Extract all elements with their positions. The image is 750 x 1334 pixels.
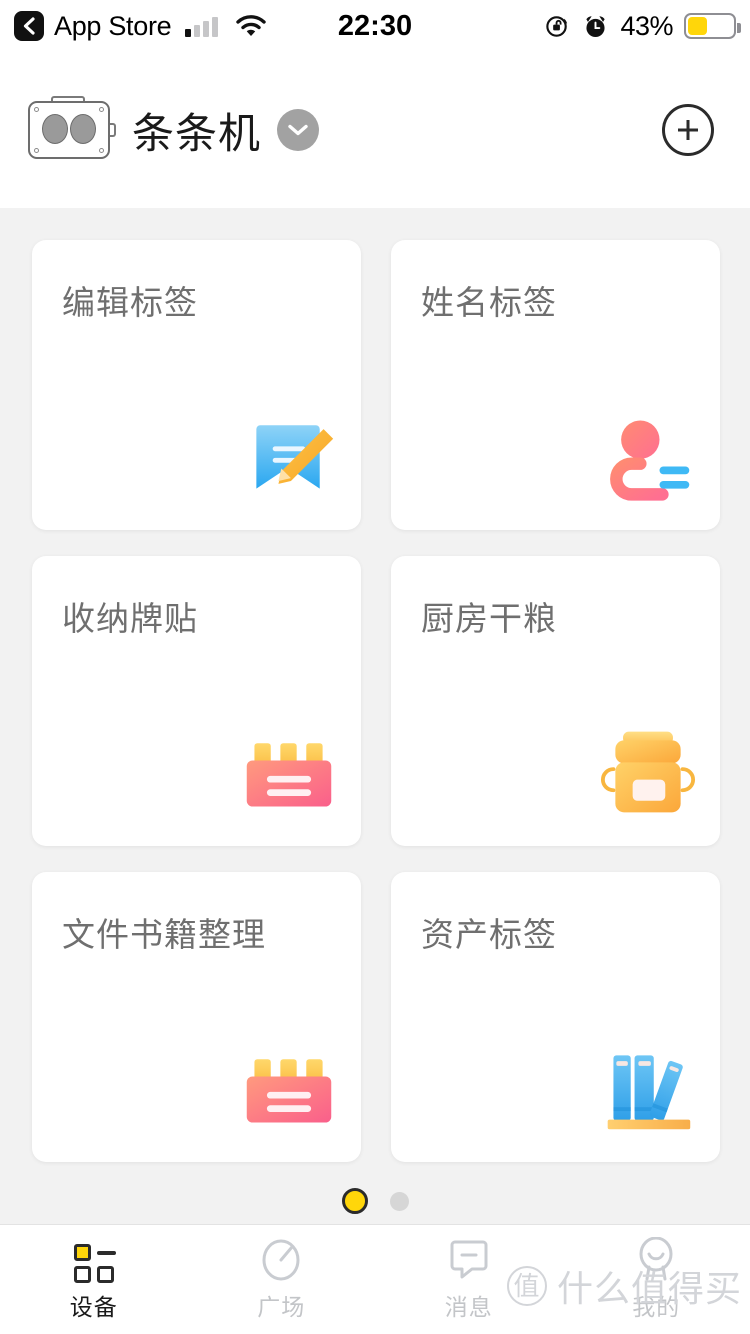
page-header: 条条机 [0, 52, 750, 208]
tab-label: 我的 [632, 1294, 681, 1320]
device-switch-button[interactable] [277, 109, 320, 151]
tab-device[interactable]: 设备 [0, 1237, 188, 1322]
device-grid-icon [72, 1237, 116, 1283]
profile-icon [634, 1237, 678, 1281]
card-title: 资产标签 [421, 916, 557, 953]
card-title: 姓名标签 [421, 284, 557, 321]
template-card[interactable]: 收纳牌贴 [32, 556, 361, 846]
template-card[interactable]: 厨房干粮 [391, 556, 720, 846]
card-title: 收纳牌贴 [62, 600, 198, 637]
note-pencil-icon [256, 425, 334, 489]
battery-percent-label: 43% [620, 10, 673, 41]
books-shelf-icon [607, 1055, 691, 1130]
page-title: 条条机 [132, 109, 262, 157]
app-screen: App Store 22:30 43% 条条机 编辑标签 姓名标签 收纳牌贴 厨… [0, 0, 750, 1334]
template-card[interactable]: 文件书籍整理 [32, 872, 361, 1162]
page-dot-active[interactable] [341, 1188, 368, 1214]
page-dot[interactable] [389, 1191, 409, 1211]
alarm-clock-icon [586, 15, 606, 37]
storage-label-icon [246, 1059, 332, 1123]
kitchen-jar-icon [601, 731, 695, 813]
tab-label: 消息 [444, 1294, 493, 1320]
tab-label: 广场 [257, 1294, 306, 1320]
card-title: 文件书籍整理 [62, 916, 266, 953]
tab-plaza[interactable]: 广场 [188, 1237, 376, 1322]
template-card-grid: 编辑标签 姓名标签 收纳牌贴 厨房干粮 文件书籍整理 资产标签 [0, 208, 750, 1180]
storage-label-icon [246, 743, 332, 807]
tab-messages[interactable]: 消息 [375, 1237, 563, 1322]
page-indicator [0, 1188, 750, 1214]
compass-icon [260, 1237, 302, 1281]
template-card[interactable]: 资产标签 [391, 872, 720, 1162]
template-card[interactable]: 编辑标签 [32, 240, 361, 530]
chevron-down-icon [288, 124, 308, 136]
card-title: 编辑标签 [62, 284, 198, 321]
add-device-button[interactable] [662, 104, 714, 156]
status-bar: App Store 22:30 43% [0, 0, 750, 52]
message-icon [448, 1237, 490, 1281]
tab-label: 设备 [69, 1294, 118, 1320]
plus-icon [678, 120, 698, 140]
person-name-icon [610, 420, 690, 501]
rotation-lock-icon [546, 15, 568, 37]
template-card[interactable]: 姓名标签 [391, 240, 720, 530]
tab-profile[interactable]: 我的 [563, 1237, 750, 1322]
status-bar-right: 43% [544, 10, 741, 42]
battery-icon [684, 13, 741, 39]
bottom-tab-bar: 设备 广场 消息 我的 [0, 1224, 750, 1334]
label-printer-icon [28, 96, 116, 159]
card-title: 厨房干粮 [421, 600, 557, 637]
